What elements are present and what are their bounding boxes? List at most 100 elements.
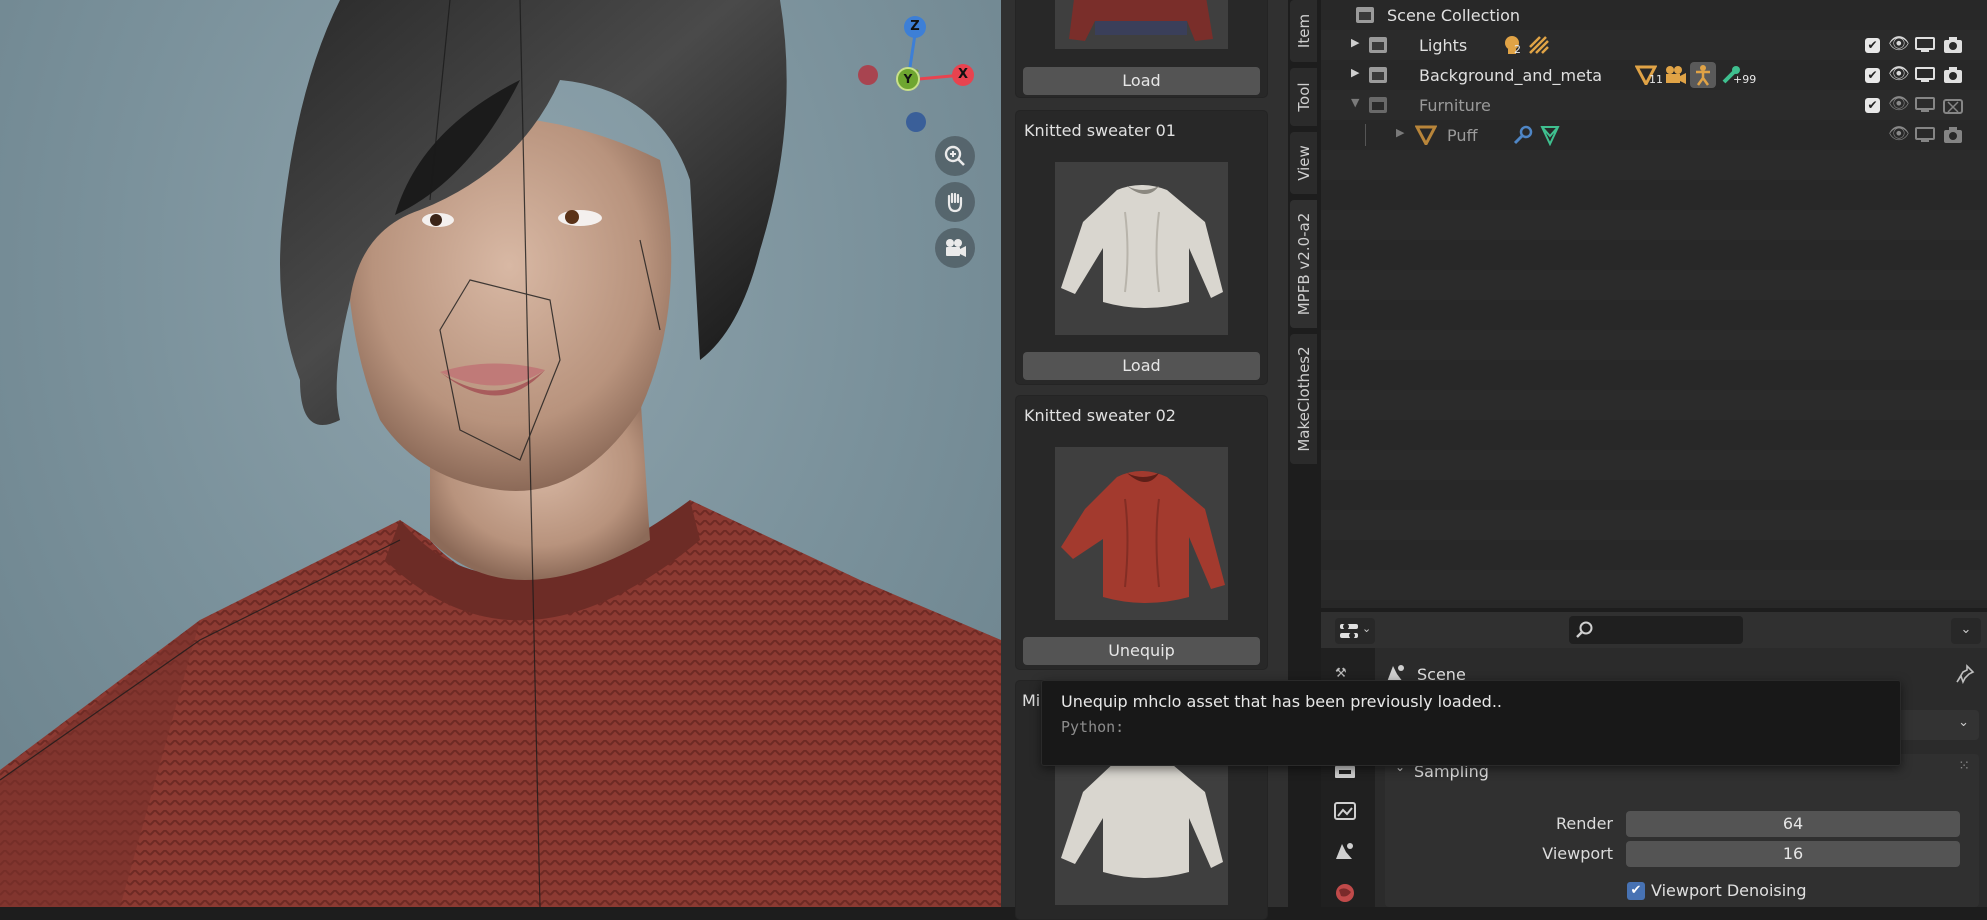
pan-button[interactable] — [935, 182, 975, 222]
empty-row — [1321, 330, 1987, 360]
camera-view-button[interactable] — [935, 228, 975, 268]
world-tab[interactable] — [1333, 882, 1357, 908]
asset-title: Knitted sweater 01 — [1024, 121, 1176, 140]
tree-line — [1365, 124, 1366, 146]
collapse-arrow-icon[interactable]: ▼ — [1351, 96, 1359, 109]
gizmo-z-label: Z — [910, 19, 920, 34]
eye-icon[interactable]: 👁 — [1888, 34, 1910, 54]
armature-button[interactable] — [1690, 62, 1716, 88]
chevron-down-icon: ⌄ — [1960, 622, 1972, 637]
gizmo-x-axis[interactable]: X — [952, 64, 974, 86]
tooltip: Unequip mhclo asset that has been previo… — [1041, 680, 1901, 766]
asset-title: Mi — [1022, 691, 1041, 710]
unequip-button[interactable]: Unequip — [1023, 637, 1260, 665]
gizmo-z-axis[interactable]: Z — [904, 16, 926, 38]
viewport-denoising-checkbox[interactable]: ✔ — [1627, 882, 1645, 900]
3d-viewport[interactable]: Z Y X — [0, 0, 1001, 907]
output-tab[interactable] — [1333, 800, 1357, 826]
expand-arrow-icon[interactable]: ▶ — [1351, 66, 1359, 79]
render-samples-field[interactable]: 64 — [1626, 811, 1960, 837]
monitor-icon[interactable] — [1915, 67, 1935, 83]
load-button[interactable]: Load — [1023, 352, 1260, 380]
eye-icon[interactable]: 👁 — [1888, 64, 1910, 84]
monitor-icon[interactable] — [1915, 97, 1935, 113]
outliner-row-scene-collection[interactable]: Scene Collection — [1321, 0, 1987, 30]
tab-makeclothes2[interactable]: MakeClothes2 — [1290, 334, 1317, 464]
wrench-modifier-icon — [1513, 125, 1533, 145]
monitor-icon[interactable] — [1915, 37, 1935, 53]
properties-header: ⌄ ⌄ — [1321, 612, 1987, 648]
expand-arrow-icon[interactable]: ▶ — [1351, 36, 1359, 49]
tooltip-text: Unequip mhclo asset that has been previo… — [1061, 692, 1502, 711]
zoom-button[interactable] — [935, 136, 975, 176]
pin-icon[interactable] — [1955, 664, 1975, 684]
render-camera-icon[interactable] — [1943, 36, 1963, 54]
hand-pan-icon — [947, 192, 963, 213]
chevron-down-icon: ⌄ — [1958, 715, 1969, 730]
asset-library-panel[interactable]: Load Knitted sweater 01 Load Knitted swe… — [1001, 0, 1288, 920]
render-camera-icon[interactable] — [1943, 66, 1963, 84]
collection-box-icon — [1369, 67, 1387, 83]
armature-icon — [1696, 65, 1710, 86]
outliner-row-background-and-meta[interactable]: ▶ Background_and_meta 11 +99 ✔ 👁 — [1321, 60, 1987, 90]
expand-arrow-icon[interactable]: ▶ — [1396, 126, 1404, 139]
mesh-icon — [1415, 125, 1437, 145]
outliner-label: Furniture — [1419, 96, 1491, 115]
empty-row — [1321, 210, 1987, 240]
outliner[interactable]: Scene Collection ▶ Lights 2 ✔ 👁 ▶ Backgr… — [1321, 0, 1987, 608]
empty-row — [1321, 270, 1987, 300]
properties-search-input[interactable] — [1569, 616, 1743, 644]
search-icon — [1576, 621, 1593, 638]
viewport-samples-field[interactable]: 16 — [1626, 841, 1960, 867]
editor-type-dropdown[interactable]: ⌄ — [1335, 618, 1375, 644]
light-probe-icon — [1529, 36, 1549, 54]
gizmo-y-label: Y — [903, 72, 913, 86]
empty-row — [1321, 570, 1987, 600]
render-camera-icon[interactable] — [1943, 96, 1963, 114]
gizmo-x-label: X — [957, 67, 969, 82]
render-camera-icon[interactable] — [1943, 126, 1963, 144]
output-tab-icon — [1334, 802, 1356, 820]
drag-handle-icon[interactable]: ⁙ — [1958, 758, 1971, 774]
world-tab-icon — [1336, 884, 1354, 902]
exclude-checkbox[interactable]: ✔ — [1865, 68, 1880, 83]
scene-tab[interactable] — [1333, 840, 1357, 866]
scene-tab-icon — [1336, 843, 1353, 859]
asset-thumbnail — [1055, 162, 1228, 335]
outliner-row-puff[interactable]: ▶ Puff 👁 — [1321, 120, 1987, 150]
empty-row — [1321, 510, 1987, 540]
options-dropdown[interactable]: ⌄ — [1951, 618, 1981, 644]
outliner-label: Background_and_meta — [1419, 66, 1603, 85]
eye-icon[interactable]: 👁 — [1888, 94, 1910, 114]
outliner-row-lights[interactable]: ▶ Lights 2 ✔ 👁 — [1321, 30, 1987, 60]
tab-mpfb[interactable]: MPFB v2.0-a2 — [1290, 200, 1317, 328]
gizmo-y-axis[interactable]: Y — [896, 67, 920, 91]
load-button[interactable]: Load — [1023, 67, 1260, 95]
outliner-label: Scene Collection — [1387, 6, 1521, 25]
eye-icon[interactable]: 👁 — [1888, 124, 1910, 144]
chevron-down-icon: ⌄ — [1362, 622, 1372, 635]
empty-row — [1321, 390, 1987, 420]
empty-row — [1321, 450, 1987, 480]
outliner-label: Lights — [1419, 36, 1468, 55]
asset-card-knitted-sweater-02: Knitted sweater 02 Unequip — [1015, 395, 1268, 670]
sidebar-tabs: Item Tool View MPFB v2.0-a2 MakeClothes2 — [1288, 0, 1317, 907]
collection-box-icon — [1369, 97, 1387, 113]
collection-box-icon — [1369, 37, 1387, 53]
tab-item[interactable]: Item — [1290, 0, 1317, 62]
asset-thumbnail — [1055, 0, 1228, 49]
exclude-checkbox[interactable]: ✔ — [1865, 98, 1880, 113]
tab-tool[interactable]: Tool — [1290, 68, 1317, 126]
empty-row — [1321, 150, 1987, 180]
tab-view[interactable]: View — [1290, 132, 1317, 194]
outliner-row-furniture[interactable]: ▼ Furniture ✔ 👁 — [1321, 90, 1987, 120]
camera-object-icon — [1666, 66, 1686, 84]
asset-title: Knitted sweater 02 — [1024, 406, 1176, 425]
count-badge: +99 — [1733, 73, 1757, 86]
render-samples-label: Render — [1556, 814, 1613, 833]
exclude-checkbox[interactable]: ✔ — [1865, 38, 1880, 53]
monitor-icon[interactable] — [1915, 127, 1935, 143]
zoom-icon — [944, 145, 965, 166]
asset-card-knitted-sweater-01: Knitted sweater 01 Load — [1015, 110, 1268, 385]
asset-thumbnail — [1055, 447, 1228, 620]
